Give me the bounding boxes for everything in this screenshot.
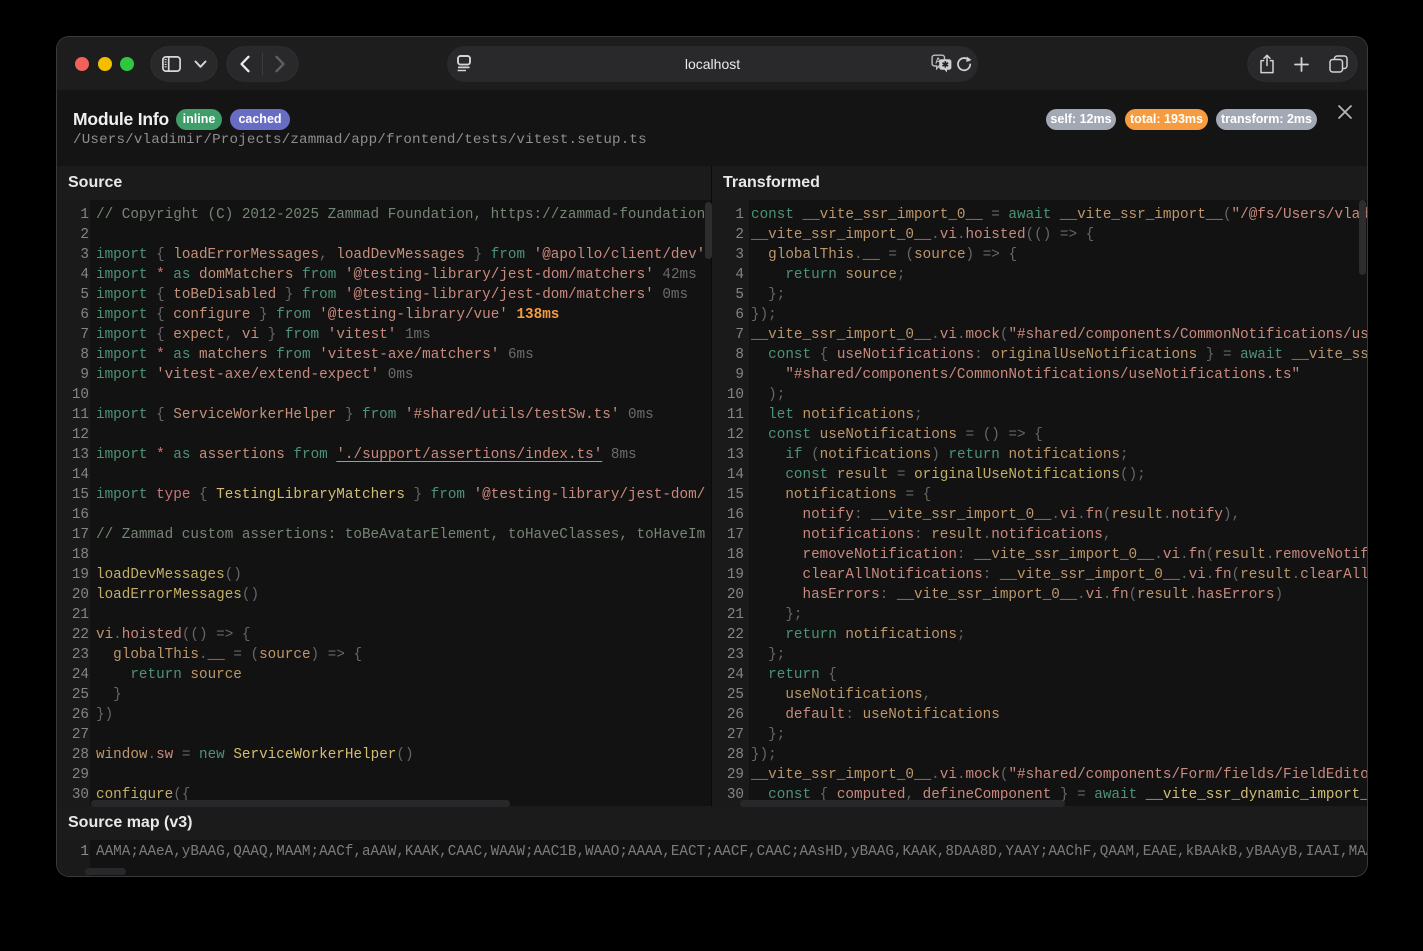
svg-text:✱: ✱ [942, 60, 950, 70]
